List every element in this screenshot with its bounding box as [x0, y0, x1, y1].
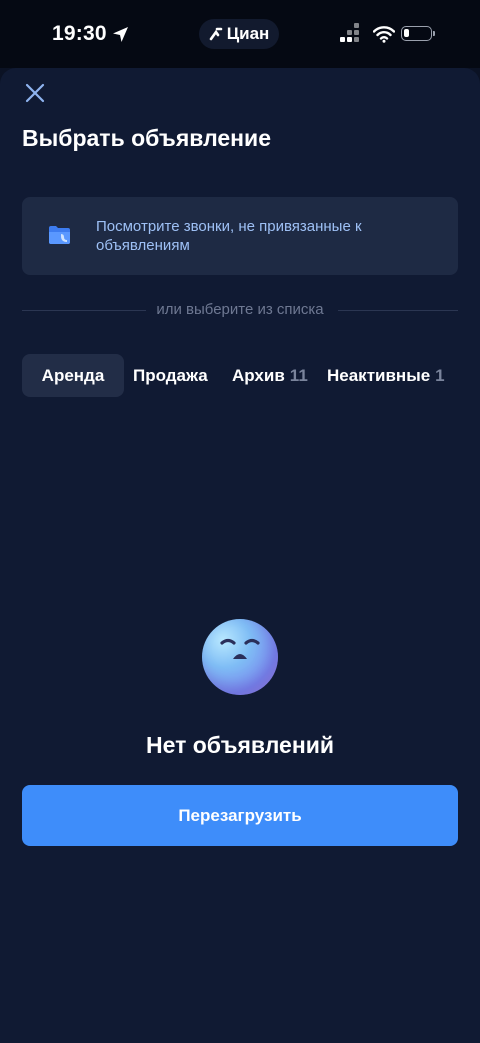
location-arrow-icon — [113, 27, 128, 42]
tab-rent[interactable]: Аренда — [22, 354, 124, 397]
app-indicator-label: Циан — [226, 24, 270, 43]
tab-archive[interactable]: Архив 11 — [232, 354, 308, 397]
unlinked-calls-card[interactable]: Посмотрите звонки, не привязанные к объя… — [22, 197, 458, 275]
select-listing-sheet: Выбрать объявление Посмотрите звонки, не… — [0, 68, 480, 1043]
app-indicator-pill[interactable]: Циан — [199, 19, 279, 49]
page-title: Выбрать объявление — [22, 125, 271, 151]
tab-label: Аренда — [41, 366, 105, 385]
tab-label: Продажа — [133, 366, 208, 385]
status-bar: 19:30 Циан — [0, 0, 480, 68]
list-divider: или выберите из списка — [22, 301, 458, 319]
tab-label: Неактивные — [327, 366, 431, 385]
listing-tabs: Аренда Продажа Архив 11 Неактивные 1 — [22, 354, 480, 397]
tab-inactive[interactable]: Неактивные 1 — [327, 354, 445, 397]
wifi-icon — [373, 26, 395, 43]
reload-button[interactable]: Перезагрузить — [22, 785, 458, 846]
close-icon — [25, 83, 45, 103]
sad-face-emoji-icon — [202, 619, 278, 695]
cellular-signal-icon — [340, 23, 364, 43]
battery-cap — [433, 31, 435, 36]
status-time: 19:30 — [52, 22, 107, 45]
tab-sale[interactable]: Продажа — [133, 354, 208, 397]
divider-text: или выберите из списка — [156, 301, 324, 318]
tab-label: Архив — [232, 366, 285, 385]
cian-logo-icon — [209, 27, 223, 41]
unlinked-calls-text: Посмотрите звонки, не привязанные к объя… — [96, 218, 362, 254]
tab-count-badge: 11 — [289, 366, 308, 385]
empty-state-title: Нет объявлений — [146, 732, 334, 758]
close-button[interactable] — [22, 80, 48, 106]
battery-icon — [401, 26, 432, 41]
tab-count-badge: 1 — [435, 366, 445, 385]
folder-phone-icon — [49, 226, 70, 244]
